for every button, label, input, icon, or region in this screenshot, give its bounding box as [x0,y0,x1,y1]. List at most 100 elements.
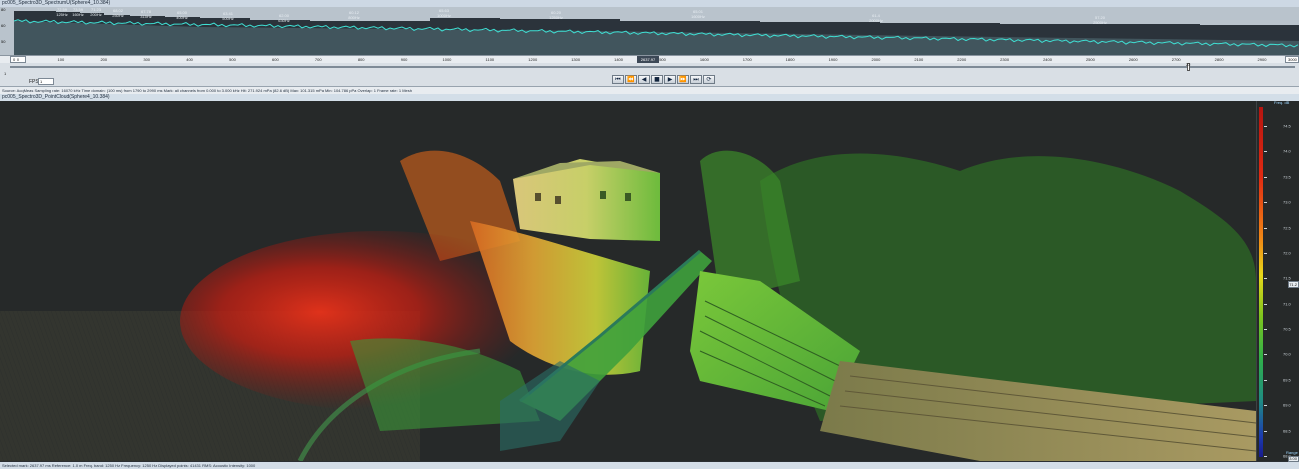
time-tick-label: 1200 [528,57,538,62]
cursor-time-readout: 2637.97 [637,56,659,63]
go-end-button[interactable]: ⏭ [690,75,702,84]
legend-tick-label: 74.5 [1283,123,1291,129]
spectrogram-window-title: pc005_Spectro3D_SpectrumU(Sphere4_10.384… [0,0,1299,7]
transport-toolbar: 1 FPS 1 ⏮ ⏪ ◀ ■ ▶ ⏩ ⏭ ⟳ [0,71,1299,87]
time-tick-label: 2000 [871,57,881,62]
peak-frequency-label: 1000Hz [437,13,451,18]
time-tick-label: 400 [186,57,193,62]
time-axis: 0 0 100 200 300 400 500 600 700 800 900 1000 1100 12… [0,55,1299,63]
loop-button[interactable]: ⟳ [703,75,715,84]
legend-tick-label: 73.5 [1283,174,1291,180]
legend-tick-label: 70.5 [1283,326,1291,332]
acquisition-info-bar: Source: AcqMeas Sampling rate: 16070 kHz… [0,87,1299,94]
peak-frequency-label: 800Hz [348,15,360,20]
legend-tick [1264,329,1267,331]
peak-frequency-label: 500Hz [222,16,234,21]
peak-frequency-label: 160Hz [72,12,84,17]
color-legend-panel: Freq. dB 74.5 74.0 73.5 73.0 72.5 72.0 71.5 71.… [1256,100,1299,462]
peak-frequency-label: 2000Hz [869,18,883,23]
peak-frequency-label: 200Hz [90,12,102,17]
stop-button[interactable]: ■ [651,75,663,84]
legend-tick-label: 72.5 [1283,225,1291,231]
legend-tick [1264,227,1267,229]
color-scale-bar [1259,107,1263,457]
peak-frequency-label: 2500Hz [1093,20,1107,25]
step-back-button[interactable]: ⏪ [625,75,637,84]
peak-frequency-label: 250Hz [112,13,124,18]
legend-tick [1264,126,1267,127]
time-tick-label: 1900 [828,57,838,62]
playback-controls: ⏮ ⏪ ◀ ■ ▶ ⏩ ⏭ ⟳ [612,75,715,84]
peak-frequency-label: 1600Hz [691,14,705,19]
spectrogram-plot[interactable]: 72.59125Hz73.59160Hz71.23200Hz68.02250Hz… [0,7,1299,55]
legend-tick [1264,405,1267,407]
legend-tick-label: 73.0 [1283,199,1291,205]
legend-tick [1264,354,1267,356]
y-tick-label: 50 [1,39,6,44]
scroll-value: 22 [1186,62,1191,67]
time-tick-label: 2100 [914,57,924,62]
time-end-field[interactable]: 3000 [1285,56,1299,63]
peak-frequency-label: 630Hz [278,18,290,23]
legend-tick [1264,379,1267,381]
legend-tick-label: 68.5 [1283,428,1291,434]
go-start-button[interactable]: ⏮ [612,75,624,84]
legend-tick-label: 72.0 [1283,250,1291,256]
legend-tick [1264,303,1267,305]
pointcloud-scene[interactable] [0,101,1256,461]
y-tick-label: 60 [1,23,6,28]
legend-tick-label: 69.0 [1283,402,1291,408]
legend-tick [1264,278,1267,280]
time-tick-label: 1300 [571,57,581,62]
rpm-label: 1 [4,71,7,76]
timeline-scrollbar[interactable] [10,66,1295,68]
time-tick-label: 1000 [442,57,452,62]
time-tick-label: 1600 [699,57,709,62]
legend-tick [1264,151,1267,153]
pointcloud-3d-viewport[interactable] [0,101,1256,461]
fps-input[interactable]: 1 [38,78,54,85]
legend-tick [1264,176,1267,178]
play-button[interactable]: ▶ [664,75,676,84]
legend-tick [1264,430,1267,432]
time-tick-label: 1100 [485,57,495,62]
time-tick-label: 2500 [1085,57,1095,62]
time-tick-label: 700 [314,57,322,62]
time-tick-label: 2400 [1043,57,1052,62]
y-tick-label: 80 [1,7,6,12]
legend-marker-value[interactable]: 71.2 [1288,281,1299,288]
peak-frequency-label: 400Hz [176,15,188,20]
timeline-scroll-row: 22 [0,62,1299,71]
play-reverse-button[interactable]: ◀ [638,75,650,84]
legend-tick-label: 74.0 [1283,148,1291,154]
legend-title: Freq. dB [1274,100,1290,105]
peak-frequency-label: 315Hz [140,14,152,19]
time-tick-label: 2200 [957,57,967,62]
time-tick-label: 1700 [742,57,752,62]
status-bar: Selected mark: 2637.97 ms Reference: 1.0… [0,462,1299,469]
spectrogram-panel[interactable]: 72.59 125Hz 73.59 160Hz 71.23 200Hz 68.02 250Hz… [0,7,1299,55]
time-tick-label: 0 [16,57,20,62]
peak-frequency-label: 125Hz [56,12,68,17]
time-tick-label: 900 [400,57,408,62]
time-tick-label: 100 [57,57,65,62]
step-forward-button[interactable]: ⏩ [677,75,689,84]
time-tick-label: 500 [229,57,236,62]
time-tick-label: 2300 [1000,57,1010,62]
time-tick-label: 2600 [1128,57,1138,62]
time-tick-label: 200 [100,57,108,62]
legend-tick [1264,456,1267,457]
legend-tick-label: 70.0 [1283,351,1291,357]
time-tick-label: 600 [272,57,279,62]
pointcloud-window-title: pc005_Spectro3D_PointCloud(Sphere4_10.38… [0,94,1299,101]
time-tick-label: 1400 [614,57,623,62]
time-tick-label: 2700 [1171,57,1181,62]
peak-frequency-label: 1250Hz [549,15,563,20]
legend-tick [1264,202,1267,204]
time-tick-label: 1800 [785,57,795,62]
legend-tick [1264,252,1267,254]
time-tick-label: 300 [143,57,151,62]
time-tick-label: 2800 [1214,57,1224,62]
legend-tick-label: 71.0 [1283,301,1291,307]
legend-range-label: Range [1286,450,1298,455]
